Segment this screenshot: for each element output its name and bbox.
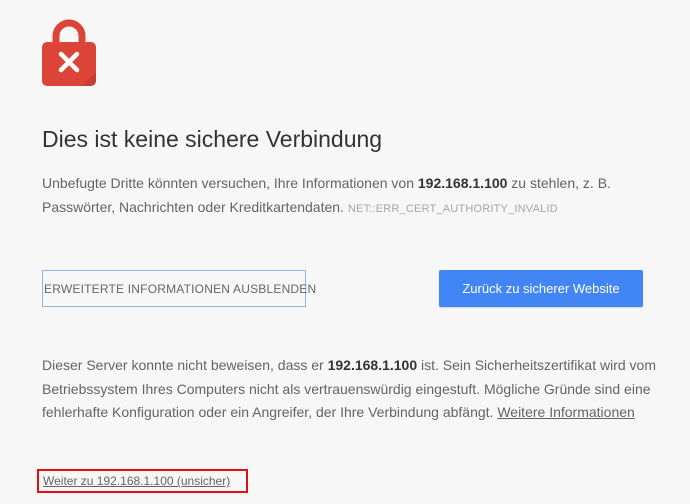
hide-advanced-button[interactable]: ERWEITERTE INFORMATIONEN AUSBLENDEN [42, 270, 316, 307]
learn-more-link[interactable]: Weitere Informationen [497, 404, 634, 420]
page-title: Dies ist keine sichere Verbindung [42, 126, 383, 152]
error-code: NET::ERR_CERT_AUTHORITY_INVALID [347, 203, 558, 215]
back-to-safety-button[interactable]: Zurück zu sicherer Website [439, 270, 643, 307]
details-host: 192.168.1.100 [327, 357, 418, 373]
details-text-1: Dieser Server konnte nicht beweisen, das… [42, 357, 328, 373]
proceed-unsafe-link[interactable]: Weiter zu 192.168.1.100 (unsicher) [43, 474, 230, 488]
advanced-details: Dieser Server konnte nicht beweisen, das… [42, 354, 662, 425]
lock-error-icon [42, 19, 96, 86]
security-summary: Unbefugte Dritte könnten versuchen, Ihre… [42, 171, 662, 221]
summary-text-1: Unbefugte Dritte könnten versuchen, Ihre… [42, 175, 418, 191]
interstitial-page: Dies ist keine sichere Verbindung Unbefu… [0, 0, 690, 504]
summary-host: 192.168.1.100 [417, 175, 508, 191]
